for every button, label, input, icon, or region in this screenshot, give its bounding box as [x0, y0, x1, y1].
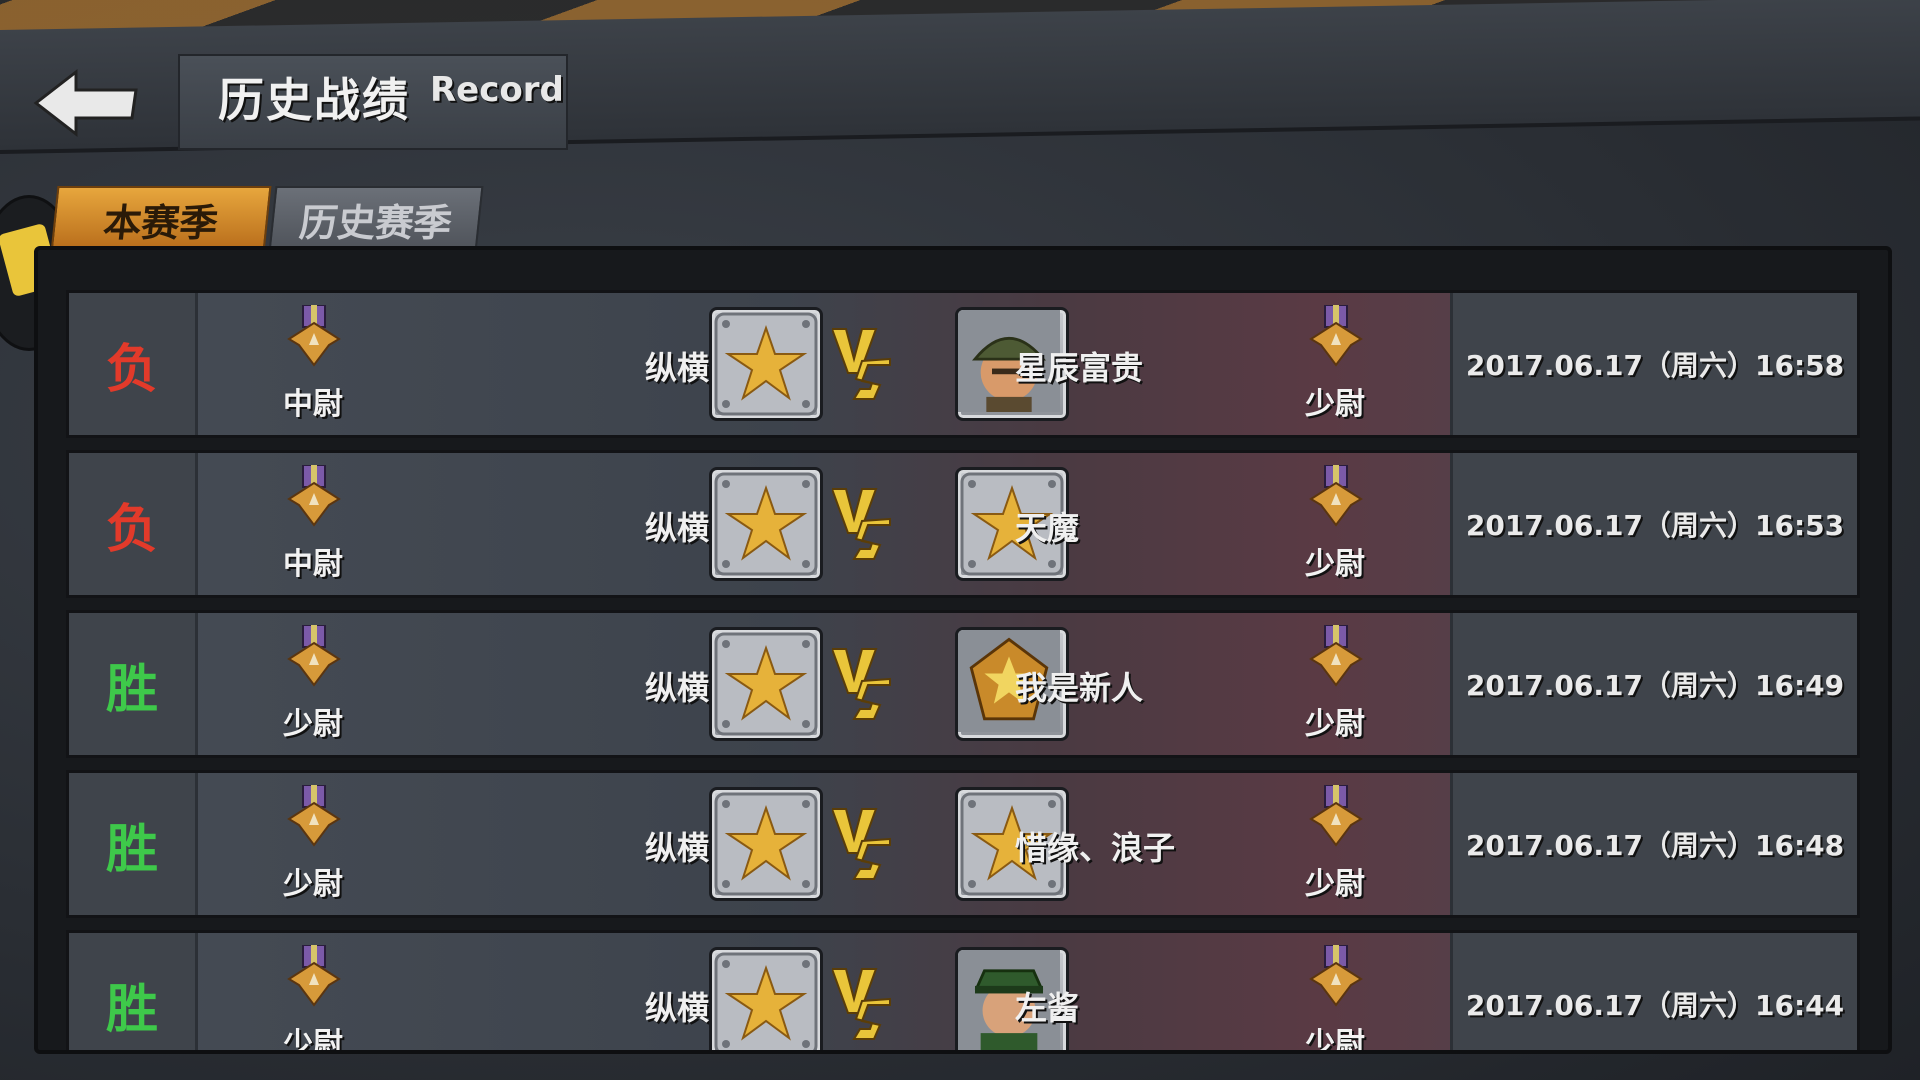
my-rank-label: 少尉: [283, 1027, 343, 1054]
record-time: 2017.06.17（周六）16:58: [1450, 293, 1857, 435]
opponent-rank-label: 少尉: [1305, 707, 1365, 742]
result-label: 胜: [69, 773, 198, 915]
record-row[interactable]: 胜 少尉 纵横 惜缘、浪子 少尉 2017.06.17（周六）16:48: [66, 770, 1860, 918]
opponent-rank-medal-icon: [1303, 944, 1369, 1009]
my-rank-label: 少尉: [283, 867, 343, 902]
opponent-rank-label: 少尉: [1305, 867, 1365, 902]
vs-icon: [830, 803, 892, 883]
record-time: 2017.06.17（周六）16:44: [1450, 933, 1857, 1050]
result-label: 负: [69, 453, 198, 595]
page-title: 历史战绩: [218, 73, 410, 127]
record-time: 2017.06.17（周六）16:53: [1450, 453, 1857, 595]
my-player-name: 纵横: [644, 509, 709, 547]
my-avatar[interactable]: [709, 467, 823, 581]
vs-icon: [830, 483, 892, 563]
opponent-name: 左酱: [1015, 989, 1080, 1027]
my-rank-medal-icon: [281, 304, 347, 369]
my-avatar[interactable]: [709, 787, 823, 901]
my-rank-medal-icon: [281, 784, 347, 849]
vs-icon: [830, 643, 892, 723]
record-time: 2017.06.17（周六）16:48: [1450, 773, 1857, 915]
page-title-en: Record: [430, 70, 564, 110]
back-arrow-icon[interactable]: [32, 66, 142, 140]
opponent-name: 星辰富贵: [1015, 349, 1144, 387]
result-label: 胜: [69, 613, 198, 755]
tab-current-season[interactable]: 本赛季: [50, 186, 272, 252]
result-label: 胜: [69, 933, 198, 1050]
my-rank-medal-icon: [281, 464, 347, 529]
record-row[interactable]: 负 中尉 纵横 星辰富贵 少尉 2017.06.17（周六）16:58: [66, 290, 1860, 438]
tab-history-season[interactable]: 历史赛季: [268, 186, 484, 252]
opponent-rank-medal-icon: [1303, 304, 1369, 369]
vs-icon: [830, 963, 892, 1043]
opponent-name: 惜缘、浪子: [1015, 829, 1176, 867]
my-player-name: 纵横: [644, 669, 709, 707]
record-row[interactable]: 胜 少尉 纵横 我是新人 少尉 2017.06.17（周六）16:49: [66, 610, 1860, 758]
opponent-rank-label: 少尉: [1305, 547, 1365, 582]
my-avatar[interactable]: [709, 627, 823, 741]
my-rank-label: 少尉: [283, 707, 343, 742]
my-player-name: 纵横: [644, 829, 709, 867]
my-rank-label: 中尉: [283, 547, 343, 582]
records-panel[interactable]: 负 中尉 纵横 星辰富贵 少尉 2017.06.17（周六）16:58 负 中尉…: [34, 246, 1892, 1054]
my-rank-label: 中尉: [283, 387, 343, 422]
opponent-rank-label: 少尉: [1305, 387, 1365, 422]
record-row[interactable]: 负 中尉 纵横 天魔 少尉 2017.06.17（周六）16:53: [66, 450, 1860, 598]
result-label: 负: [69, 293, 198, 435]
my-rank-medal-icon: [281, 944, 347, 1009]
my-avatar[interactable]: [709, 947, 823, 1050]
my-player-name: 纵横: [644, 989, 709, 1027]
opponent-rank-medal-icon: [1303, 784, 1369, 849]
my-avatar[interactable]: [709, 307, 823, 421]
my-player-name: 纵横: [644, 349, 709, 387]
opponent-name: 我是新人: [1015, 669, 1144, 707]
my-rank-medal-icon: [281, 624, 347, 689]
opponent-rank-medal-icon: [1303, 624, 1369, 689]
opponent-rank-medal-icon: [1303, 464, 1369, 529]
record-time: 2017.06.17（周六）16:49: [1450, 613, 1857, 755]
opponent-rank-label: 少尉: [1305, 1027, 1365, 1054]
vs-icon: [830, 323, 892, 403]
opponent-name: 天魔: [1015, 509, 1080, 547]
record-row[interactable]: 胜 少尉 纵横 左酱 少尉 2017.06.17（周六）16:44: [66, 930, 1860, 1054]
